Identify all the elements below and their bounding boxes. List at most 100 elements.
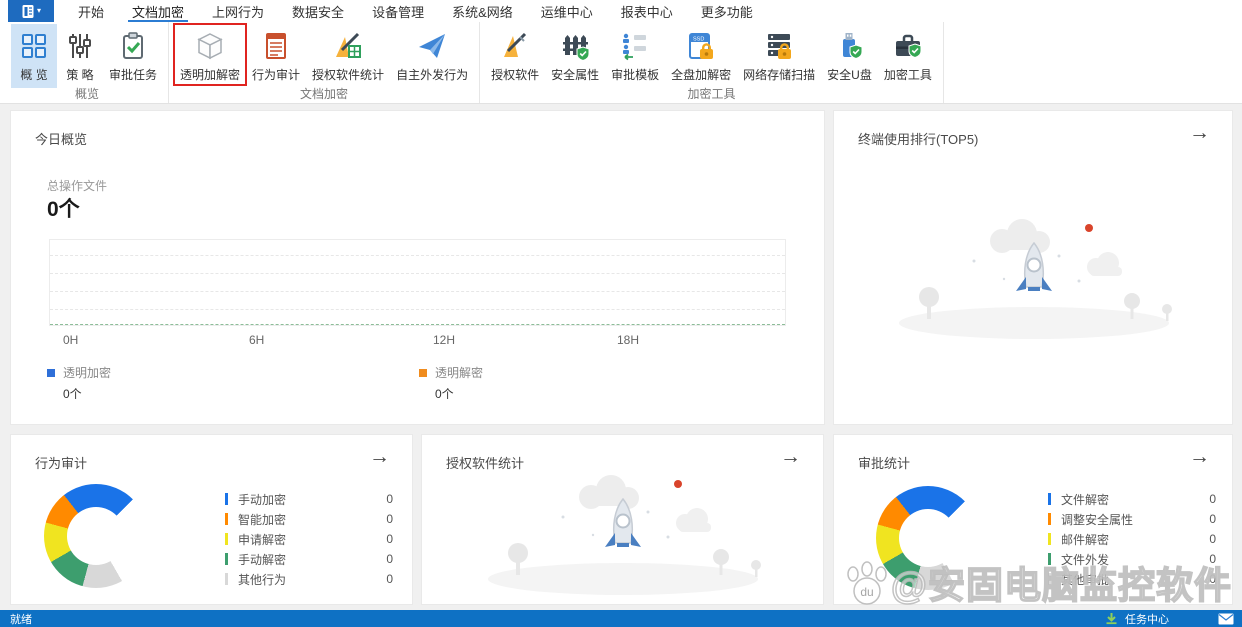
envelope-icon[interactable]	[1218, 613, 1234, 625]
tab-start[interactable]: 开始	[64, 0, 118, 22]
legend-marker	[225, 513, 228, 525]
tab-document-encryption[interactable]: 文档加密	[118, 0, 198, 22]
arrow-right-icon[interactable]: →	[780, 445, 801, 469]
tab-ops-center[interactable]: 运维中心	[527, 0, 607, 22]
toolbox-shield-icon	[892, 28, 924, 64]
legend-value: 0	[386, 492, 393, 506]
legend-label: 调整安全属性	[1061, 512, 1134, 527]
app-menu-button[interactable]: ▾	[8, 0, 54, 22]
arrow-right-icon[interactable]: →	[369, 445, 390, 469]
legend-row: 调整安全属性 0	[1048, 509, 1216, 529]
ribbon-item-approval-tasks[interactable]: 审批任务	[103, 24, 163, 85]
ribbon-item-overview[interactable]: 概 览	[11, 24, 57, 88]
card-title: 审批统计	[858, 456, 911, 471]
legend-row: 文件外发 0	[1048, 549, 1216, 569]
ribbon-group-label: 文档加密	[300, 87, 349, 101]
workflow-icon	[619, 28, 651, 64]
arrow-right-icon[interactable]: →	[1189, 445, 1210, 469]
ribbon-item-label: 网络存储扫描	[743, 68, 816, 82]
approval-legend: 文件解密 0 调整安全属性 0 邮件解密 0 文件外发 0 其他审批 0	[1048, 489, 1216, 589]
legend-row: 手动加密 0	[225, 489, 393, 509]
legend-marker	[225, 573, 228, 585]
approval-donut-chart	[876, 486, 980, 590]
ribbon-group-overview: 概 览 策 略 审批任务 概览	[6, 22, 170, 103]
legend-marker	[419, 368, 427, 377]
ribbon-item-authorized-software-stats[interactable]: 授权软件统计	[306, 24, 390, 85]
ribbon-item-policy[interactable]: 策 略	[57, 24, 103, 85]
tab-device-management[interactable]: 设备管理	[358, 0, 438, 22]
legend-marker	[225, 533, 228, 545]
legend-row: 其他审批 0	[1048, 569, 1216, 589]
legend-marker	[1048, 533, 1051, 545]
legend-value: 0	[1209, 492, 1216, 506]
legend-label: 申请解密	[238, 532, 287, 547]
ribbon-item-label: 行为审计	[252, 68, 301, 82]
ribbon-group-label: 加密工具	[687, 87, 736, 101]
gridline	[50, 308, 785, 310]
legend-marker	[1048, 553, 1051, 565]
statusbar: 就绪 任务中心	[0, 610, 1242, 627]
hourly-line-chart	[49, 239, 786, 326]
legend-label: 透明解密	[435, 366, 484, 380]
task-center-button[interactable]: 任务中心	[1125, 611, 1169, 627]
ribbon-item-network-storage-scan[interactable]: 网络存储扫描	[737, 24, 821, 85]
pencil-stats-icon	[332, 28, 364, 64]
ribbon-item-transparent-encryption[interactable]: 透明加解密	[173, 23, 248, 86]
app-window: ▾ 开始 文档加密 上网行为 数据安全 设备管理 系统&网络 运维中心 报表中心…	[0, 0, 1242, 627]
audit-document-icon	[260, 28, 292, 64]
svg-text:SSD: SSD	[693, 37, 704, 43]
legend-value: 0	[1209, 512, 1216, 526]
dashboard: 今日概览 总操作文件 0个 0H 6H 12H 18H 透明加密 0个 透明解密…	[0, 104, 1242, 610]
tab-report-center[interactable]: 报表中心	[607, 0, 687, 22]
legend-value: 0	[1209, 572, 1216, 586]
legend-value: 0	[386, 572, 393, 586]
x-tick: 12H	[433, 333, 456, 347]
legend-value: 0	[386, 512, 393, 526]
card-authorized-software-stats: 授权软件统计 →	[421, 434, 824, 605]
tab-internet-behavior[interactable]: 上网行为	[198, 0, 278, 22]
ribbon-item-self-outgoing[interactable]: 自主外发行为	[390, 24, 474, 85]
clipboard-check-icon	[117, 28, 149, 64]
legend-row: 邮件解密 0	[1048, 529, 1216, 549]
x-tick: 6H	[249, 333, 265, 347]
tab-system-network[interactable]: 系统&网络	[438, 0, 527, 22]
tab-data-security[interactable]: 数据安全	[278, 0, 358, 22]
legend-marker	[1048, 493, 1051, 505]
arrow-right-icon[interactable]: →	[1189, 121, 1210, 145]
tab-more-functions[interactable]: 更多功能	[687, 0, 767, 22]
card-behavior-audit: 行为审计 → 手动加密 0 智能加密 0 申请解密 0 手动解密 0 其他行为 …	[10, 434, 413, 605]
ribbon-item-secure-usb[interactable]: 安全U盘	[821, 24, 878, 85]
ribbon-item-behavior-audit[interactable]: 行为审计	[246, 24, 306, 85]
legend-marker	[225, 493, 228, 505]
ribbon-item-label: 安全U盘	[827, 68, 872, 82]
ribbon-item-label: 加密工具	[883, 68, 932, 82]
legend-row: 文件解密 0	[1048, 489, 1216, 509]
ribbon-item-fulldisk-encryption[interactable]: SSD 全盘加解密	[665, 24, 737, 85]
ribbon-toolbar: 概 览 策 略 审批任务 概览 透明加解密 行为审计 授权软件统计 自主外发行为…	[0, 22, 1242, 104]
ribbon-item-encryption-tools[interactable]: 加密工具	[878, 24, 938, 85]
card-title: 今日概览	[35, 132, 88, 147]
ribbon-item-label: 安全属性	[551, 68, 600, 82]
legend-value: 0	[386, 552, 393, 566]
total-files-label: 总操作文件	[47, 179, 108, 193]
ribbon-item-security-attribute[interactable]: 安全属性	[545, 24, 605, 85]
download-icon[interactable]	[1105, 612, 1118, 625]
status-ready-text: 就绪	[10, 613, 32, 626]
ribbon-item-label: 授权软件统计	[312, 68, 385, 82]
legend-value: 0	[386, 532, 393, 546]
app-menu-icon	[22, 4, 34, 18]
ribbon-item-label: 审批任务	[109, 68, 158, 82]
legend-row: 手动解密 0	[225, 549, 393, 569]
legend-value: 0	[1209, 552, 1216, 566]
legend-label: 其他审批	[1061, 572, 1110, 587]
legend-row: 其他行为 0	[225, 569, 393, 589]
legend-label: 手动解密	[238, 552, 287, 567]
ribbon-item-approval-template[interactable]: 审批模板	[605, 24, 665, 85]
behavior-donut-chart	[44, 484, 148, 588]
ribbon-item-authorized-software[interactable]: 授权软件	[485, 24, 545, 85]
legend-marker	[1048, 513, 1051, 525]
legend-transparent-decrypt: 透明解密 0个	[419, 364, 483, 402]
legend-label: 智能加密	[238, 512, 287, 527]
gridline	[50, 291, 785, 292]
legend-label: 透明加密	[63, 366, 112, 380]
